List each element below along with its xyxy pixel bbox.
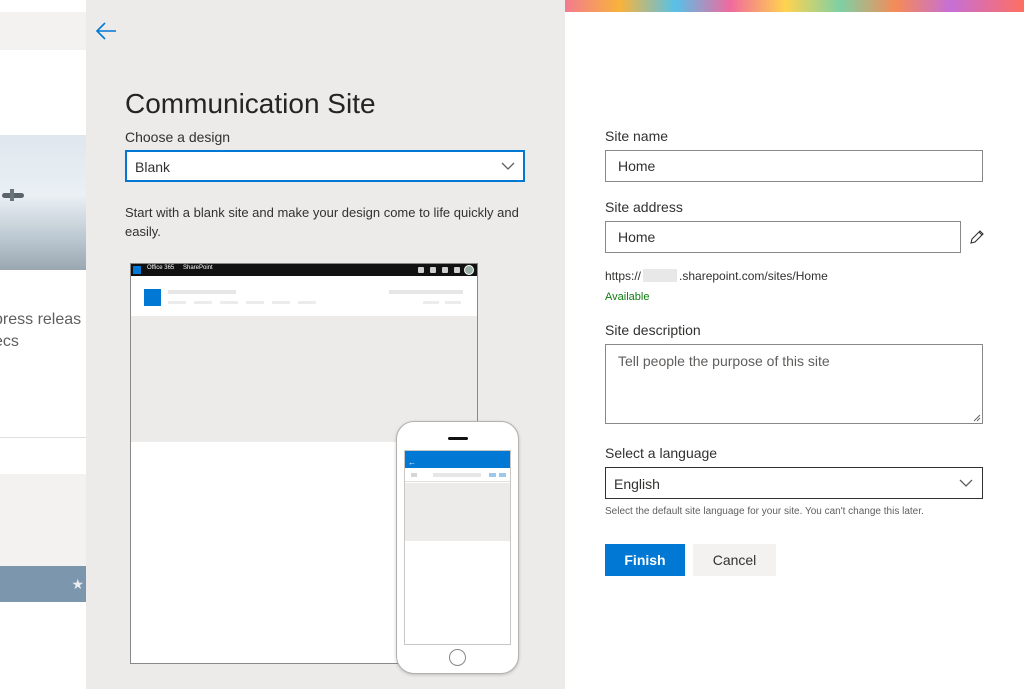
site-form: Site name Home Site address Home https:/… — [565, 12, 1024, 689]
preview-icon — [430, 267, 436, 273]
site-description-label: Site description — [605, 322, 701, 338]
preview-search-bar — [389, 290, 463, 294]
description-placeholder: Tell people the purpose of this site — [618, 353, 830, 369]
site-url-preview: https:// .sharepoint.com/sites/Home — [605, 269, 828, 283]
language-selected-value: English — [614, 476, 660, 492]
design-dropdown[interactable]: Blank — [125, 150, 525, 182]
preview-nav-bar — [220, 301, 238, 304]
airplane-wing-graphic — [10, 189, 14, 201]
phone-bar — [499, 473, 506, 477]
preview-nav-bar — [194, 301, 212, 304]
preview-icon — [442, 267, 448, 273]
preview-title-bar — [168, 290, 236, 294]
design-description: Start with a blank site and make your de… — [125, 205, 519, 239]
url-suffix: .sharepoint.com/sites/Home — [679, 269, 828, 283]
background-news-text: press releas — [0, 311, 82, 328]
page-title: Communication Site — [125, 88, 376, 119]
arrow-left-icon: ← — [408, 458, 416, 467]
site-address-value: Home — [618, 229, 656, 245]
phone-bar — [433, 473, 481, 477]
mobile-preview: ← — [396, 421, 519, 674]
waffle-icon — [133, 266, 141, 274]
site-address-label: Site address — [605, 199, 683, 215]
chevron-down-icon — [501, 162, 515, 170]
site-name-value: Home — [618, 158, 656, 174]
background-hero-image — [0, 135, 86, 270]
back-button[interactable] — [94, 18, 120, 44]
url-prefix: https:// — [605, 269, 642, 283]
design-selected-value: Blank — [135, 159, 171, 175]
preview-office-label: Office 365 — [147, 265, 175, 271]
preview-nav-bar — [272, 301, 290, 304]
preview-avatar — [464, 265, 474, 275]
site-name-label: Site name — [605, 128, 669, 144]
preview-icon — [418, 267, 424, 273]
preview-sharepoint-label: SharePoint — [183, 265, 213, 271]
resize-grip-icon[interactable] — [973, 414, 981, 422]
language-label: Select a language — [605, 445, 718, 461]
background-page: press releas ecs ★ — [0, 0, 86, 689]
preview-nav-bar — [246, 301, 264, 304]
phone-home-button — [449, 649, 466, 666]
background-news-text-2: ecs — [0, 333, 19, 350]
preview-suite-bar: Office 365 SharePoint — [131, 264, 477, 276]
site-address-input[interactable]: Home — [605, 221, 961, 253]
phone-header-row — [405, 468, 510, 482]
preview-nav-bar — [168, 301, 186, 304]
site-name-input[interactable]: Home — [605, 150, 983, 182]
preview-site-logo — [144, 289, 161, 306]
phone-nav-bar: ← — [405, 457, 510, 468]
phone-bar — [411, 473, 417, 477]
arrow-left-icon — [95, 22, 116, 40]
site-description-input[interactable]: Tell people the purpose of this site — [605, 344, 983, 424]
background-blue-section: ★ — [0, 566, 86, 602]
phone-content-area — [405, 483, 510, 541]
pencil-icon[interactable] — [969, 229, 985, 245]
preview-action-bar — [445, 301, 461, 304]
background-divider — [0, 437, 86, 438]
tenant-redacted — [643, 269, 678, 282]
star-icon: ★ — [71, 576, 84, 592]
phone-speaker — [448, 437, 468, 440]
language-hint: Select the default site language for you… — [605, 506, 924, 517]
background-gray-section — [0, 474, 86, 566]
top-decorative-banner — [565, 0, 1024, 12]
preview-nav-bar — [298, 301, 316, 304]
finish-button[interactable]: Finish — [605, 544, 685, 576]
design-label: Choose a design — [125, 129, 231, 145]
phone-screen: ← — [404, 450, 511, 645]
design-panel: Communication Site Choose a design Blank… — [86, 0, 565, 689]
phone-bar — [489, 473, 496, 477]
preview-icon — [454, 267, 460, 273]
cancel-button[interactable]: Cancel — [693, 544, 776, 576]
preview-action-bar — [423, 301, 439, 304]
availability-status: Available — [605, 291, 650, 303]
language-dropdown[interactable]: English — [605, 467, 983, 499]
chevron-down-icon — [959, 479, 973, 487]
background-header — [0, 12, 86, 50]
